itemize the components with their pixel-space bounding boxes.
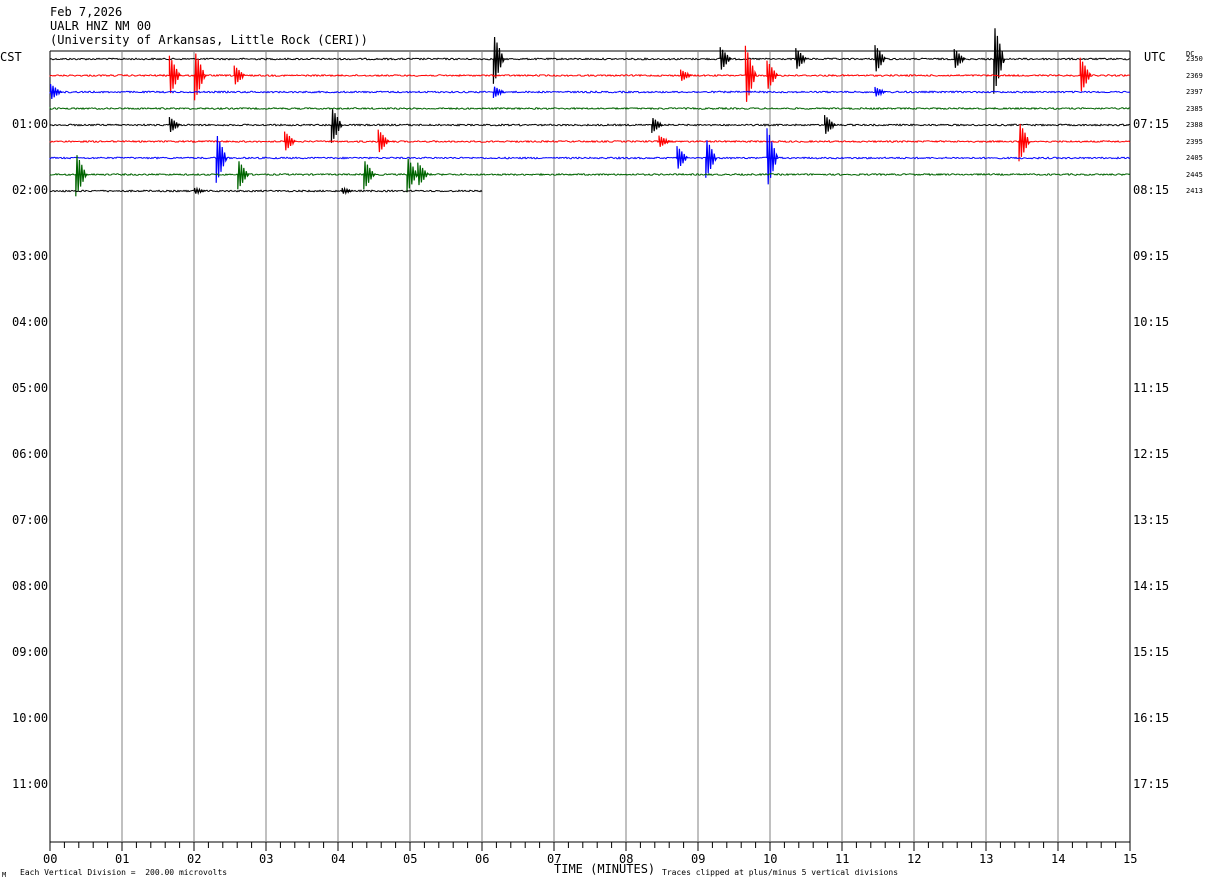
x-tick-label: 00 bbox=[43, 852, 58, 866]
trace-event bbox=[330, 109, 343, 143]
utc-hour-label: 12:15 bbox=[1133, 447, 1170, 461]
trace-event bbox=[168, 117, 181, 133]
grid-lines bbox=[49, 50, 1131, 843]
trace-line-blue bbox=[49, 156, 1131, 160]
trace-event bbox=[194, 53, 207, 101]
x-tick-label: 05 bbox=[403, 852, 418, 866]
x-tick-label: 01 bbox=[115, 852, 130, 866]
trace-event bbox=[50, 84, 62, 100]
trace-event bbox=[658, 135, 671, 147]
cst-axis-label: CST bbox=[0, 50, 22, 64]
cst-hour-label: 09:00 bbox=[12, 645, 49, 659]
cst-hour-label: 08:00 bbox=[12, 579, 49, 593]
x-tick-label: 10 bbox=[763, 852, 778, 866]
x-axis-label: TIME (MINUTES) bbox=[554, 862, 656, 876]
trace-event bbox=[719, 47, 732, 70]
institution-title: (University of Arkansas, Little Rock (CE… bbox=[50, 33, 368, 47]
trace-event bbox=[874, 45, 887, 72]
x-tick-label: 13 bbox=[979, 852, 994, 866]
dc-value: 2388 bbox=[1186, 121, 1203, 129]
trace-event bbox=[676, 146, 689, 169]
x-tick-label: 06 bbox=[475, 852, 490, 866]
trace-line-green bbox=[49, 106, 1131, 111]
trace-line-black bbox=[49, 123, 1131, 127]
x-tick-label: 11 bbox=[835, 852, 850, 866]
x-tick-label: 02 bbox=[187, 852, 202, 866]
trace-event bbox=[233, 65, 246, 85]
trace-event bbox=[766, 60, 779, 89]
trace-line-green bbox=[49, 172, 1131, 177]
cst-hour-label: 07:00 bbox=[12, 513, 49, 527]
utc-hour-label: 15:15 bbox=[1133, 645, 1170, 659]
trace-event bbox=[492, 86, 505, 98]
x-tick-label: 12 bbox=[907, 852, 922, 866]
trace-event bbox=[215, 135, 228, 183]
utc-hour-label: 17:15 bbox=[1133, 777, 1170, 791]
utc-hour-label: 14:15 bbox=[1133, 579, 1170, 593]
trace-line-red bbox=[49, 139, 1131, 144]
utc-hour-label: 16:15 bbox=[1133, 711, 1170, 725]
dc-value: 2395 bbox=[1186, 137, 1203, 146]
cst-hour-label: 06:00 bbox=[12, 447, 49, 461]
cst-hour-label: 11:00 bbox=[12, 777, 49, 791]
trace-event bbox=[194, 186, 206, 196]
seismic-traces bbox=[49, 28, 1131, 197]
trace-event bbox=[341, 186, 354, 196]
x-tick-label: 15 bbox=[1123, 852, 1138, 866]
utc-axis-label: UTC bbox=[1144, 50, 1166, 64]
x-axis-ticks bbox=[49, 842, 1131, 851]
clip-note: Traces clipped at plus/minus 5 vertical … bbox=[662, 868, 899, 877]
cst-hour-label: 04:00 bbox=[12, 315, 49, 329]
trace-event bbox=[75, 155, 88, 197]
dc-value: 2350 bbox=[1186, 55, 1203, 63]
cst-hour-label: 01:00 bbox=[12, 117, 49, 131]
trace-event bbox=[953, 49, 966, 68]
utc-hour-label: 10:15 bbox=[1133, 315, 1170, 329]
trace-event bbox=[284, 131, 296, 151]
station-title: UALR HNZ NM 00 bbox=[50, 19, 152, 33]
utc-hour-label: 08:15 bbox=[1133, 183, 1170, 197]
dc-value: 2397 bbox=[1186, 88, 1203, 96]
utc-hour-label: 11:15 bbox=[1133, 381, 1170, 395]
utc-hour-label: 09:15 bbox=[1133, 249, 1170, 263]
trace-event bbox=[651, 117, 664, 133]
scale-note: Each Vertical Division = 200.00 microvol… bbox=[20, 868, 228, 877]
trace-event bbox=[680, 69, 692, 81]
dc-value: 2413 bbox=[1186, 187, 1203, 195]
trace-event bbox=[766, 128, 779, 185]
trace-event bbox=[993, 28, 1006, 94]
trace-event bbox=[417, 162, 430, 186]
trace-event bbox=[168, 55, 181, 94]
date-title: Feb 7,2026 bbox=[50, 5, 123, 19]
x-tick-label: 09 bbox=[691, 852, 706, 866]
trace-line-red bbox=[49, 73, 1131, 78]
x-tick-label: 14 bbox=[1051, 852, 1066, 866]
cst-hour-label: 10:00 bbox=[12, 711, 49, 725]
utc-hour-label: 13:15 bbox=[1133, 513, 1170, 527]
trace-event bbox=[237, 161, 250, 190]
trace-event bbox=[1018, 123, 1031, 162]
trace-event bbox=[874, 86, 887, 97]
dc-value: 2369 bbox=[1186, 71, 1203, 80]
x-tick-label: 03 bbox=[259, 852, 274, 866]
trace-line-black bbox=[49, 57, 1131, 61]
corner-mark: M bbox=[2, 871, 7, 879]
dc-value: 2385 bbox=[1186, 104, 1203, 113]
utc-hour-label: 07:15 bbox=[1133, 117, 1170, 131]
trace-event bbox=[363, 161, 376, 190]
trace-event bbox=[705, 140, 718, 178]
trace-event bbox=[1079, 57, 1092, 92]
trace-event bbox=[406, 158, 419, 193]
cst-hour-label: 02:00 bbox=[12, 183, 49, 197]
trace-event bbox=[824, 115, 836, 134]
trace-event bbox=[744, 45, 757, 102]
trace-event bbox=[377, 129, 390, 153]
dc-value: 2445 bbox=[1186, 170, 1203, 179]
trace-line-blue bbox=[49, 90, 1131, 94]
seismogram-plot bbox=[49, 28, 1131, 851]
cst-hour-label: 03:00 bbox=[12, 249, 49, 263]
dc-value: 2405 bbox=[1186, 154, 1203, 162]
cst-hour-label: 05:00 bbox=[12, 381, 49, 395]
x-tick-label: 04 bbox=[331, 852, 346, 866]
